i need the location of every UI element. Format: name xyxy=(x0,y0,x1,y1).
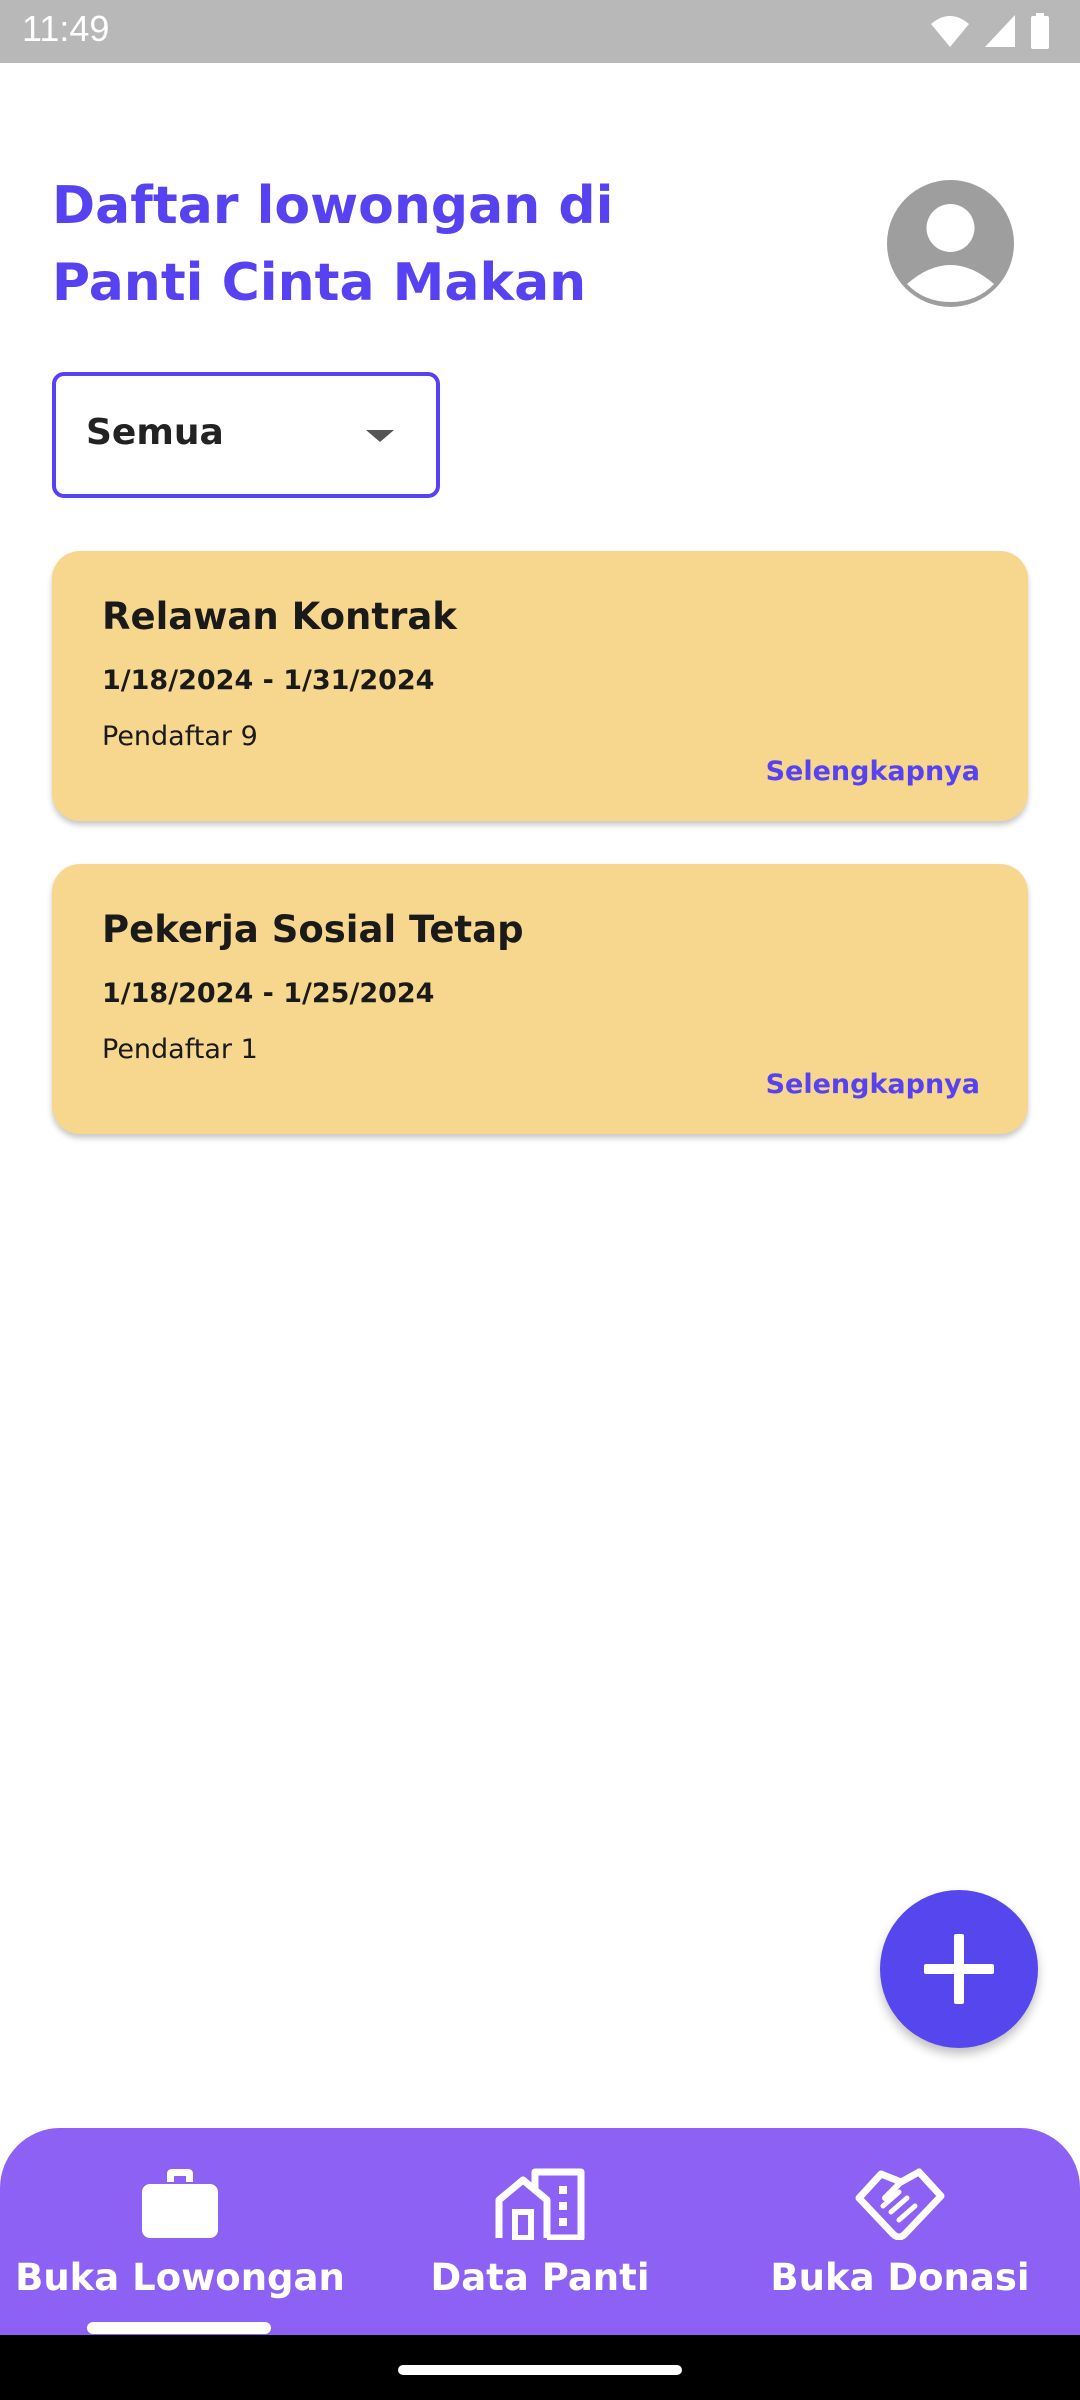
signal-icon xyxy=(984,14,1016,48)
system-navigation-bar xyxy=(0,2335,1080,2400)
add-job-button[interactable] xyxy=(880,1890,1038,2048)
job-card[interactable]: Pekerja Sosial Tetap 1/18/2024 - 1/25/20… xyxy=(52,864,1028,1134)
status-icons xyxy=(930,12,1050,50)
dropdown-arrow-icon xyxy=(366,430,394,442)
job-title: Pekerja Sosial Tetap xyxy=(102,908,524,951)
home-gesture-handle[interactable] xyxy=(398,2365,682,2375)
job-card[interactable]: Relawan Kontrak 1/18/2024 - 1/31/2024 Pe… xyxy=(52,551,1028,821)
page-title: Daftar lowongan di Panti Cinta Makan xyxy=(52,176,614,313)
briefcase-icon xyxy=(141,2168,219,2244)
nav-label: Buka Donasi xyxy=(770,2256,1030,2299)
job-dates: 1/18/2024 - 1/31/2024 xyxy=(102,665,435,696)
status-bar: 11:49 xyxy=(0,0,1080,63)
building-icon xyxy=(495,2168,585,2244)
battery-icon xyxy=(1030,13,1050,49)
account-circle-icon[interactable] xyxy=(887,180,1014,307)
handshake-icon xyxy=(855,2168,945,2244)
job-dates: 1/18/2024 - 1/25/2024 xyxy=(102,978,435,1009)
nav-item-buka-donasi[interactable]: Buka Donasi xyxy=(720,2128,1080,2335)
filter-selected-value: Semua xyxy=(86,412,224,453)
nav-item-buka-lowongan[interactable]: Buka Lowongan xyxy=(0,2128,360,2335)
nav-item-data-panti[interactable]: Data Panti xyxy=(360,2128,720,2335)
bottom-navigation: Buka Lowongan Data Panti Buka Donasi xyxy=(0,2128,1080,2335)
filter-dropdown[interactable]: Semua xyxy=(52,372,440,498)
nav-label: Data Panti xyxy=(430,2256,650,2299)
plus-icon xyxy=(880,1934,1038,2052)
job-details-link[interactable]: Selengkapnya xyxy=(766,756,980,787)
job-applicants: Pendaftar 1 xyxy=(102,1034,258,1065)
status-time: 11:49 xyxy=(22,8,110,49)
active-tab-indicator xyxy=(87,2322,271,2334)
wifi-icon xyxy=(930,14,970,48)
job-title: Relawan Kontrak xyxy=(102,595,457,638)
job-details-link[interactable]: Selengkapnya xyxy=(766,1069,980,1100)
job-applicants: Pendaftar 9 xyxy=(102,721,258,752)
nav-label: Buka Lowongan xyxy=(15,2256,345,2299)
